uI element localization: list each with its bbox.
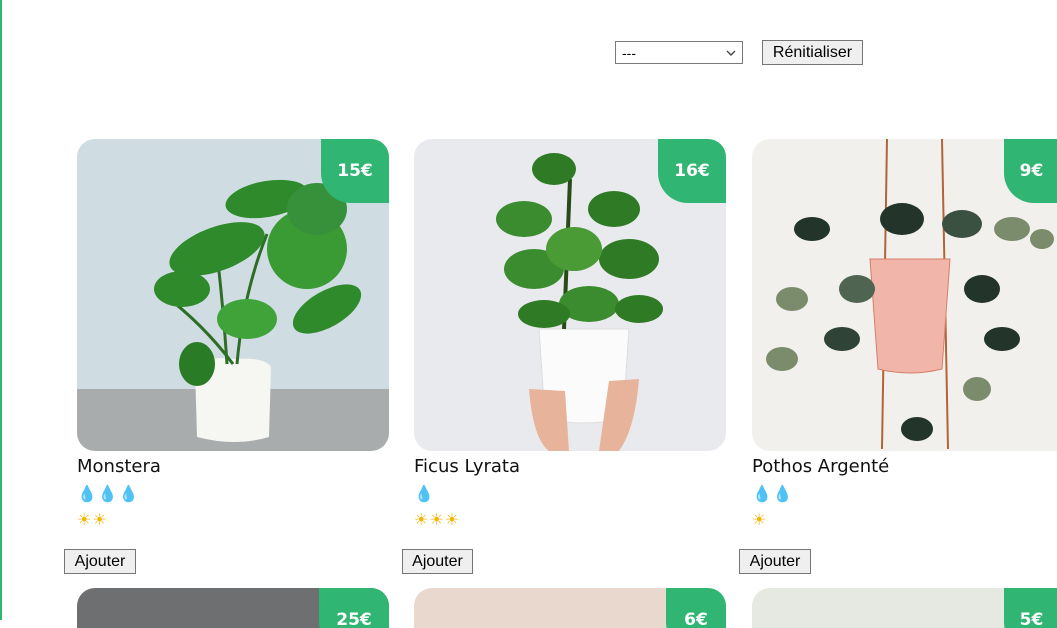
plant-image: 5€	[752, 588, 1057, 628]
sun-icon: ☀	[752, 509, 767, 529]
plant-name: Ficus Lyrata	[414, 456, 520, 477]
plant-card: 25€	[77, 588, 389, 628]
plant-card: 15€ Monstera 💧 💧 💧 ☀ ☀	[77, 139, 389, 530]
sun-icon: ☀	[429, 509, 444, 529]
water-level: 💧	[414, 482, 726, 504]
price-badge: 9€	[1004, 139, 1057, 203]
price-badge: 15€	[321, 139, 389, 203]
plant-card: 16€ Ficus Lyrata 💧 ☀ ☀ ☀	[414, 139, 726, 530]
water-drop-icon: 💧	[97, 483, 118, 503]
sun-icon: ☀	[92, 509, 107, 529]
category-select-value: ---	[622, 44, 636, 61]
light-level: ☀ ☀	[77, 508, 389, 530]
plant-image-pothos-argente: 9€	[752, 139, 1057, 451]
price-badge: 16€	[658, 139, 726, 203]
water-drop-icon: 💧	[772, 483, 793, 503]
plant-image: 25€	[77, 588, 389, 628]
water-level: 💧 💧	[752, 482, 1057, 504]
sun-icon: ☀	[77, 509, 92, 529]
plant-card: 6€	[414, 588, 726, 628]
category-select[interactable]: ---	[615, 41, 743, 64]
plant-image-ficus-lyrata: 16€	[414, 139, 726, 451]
plant-name: Pothos Argenté	[752, 456, 890, 477]
plant-image-monstera: 15€	[77, 139, 389, 451]
filter-bar: --- Rénitialiser	[615, 40, 863, 65]
light-level: ☀	[752, 508, 1057, 530]
water-drop-icon: 💧	[752, 483, 772, 503]
price-badge: 5€	[1004, 588, 1057, 628]
price-badge: 6€	[666, 588, 726, 628]
water-drop-icon: 💧	[414, 483, 434, 503]
water-level: 💧 💧 💧	[77, 482, 389, 504]
water-drop-icon: 💧	[118, 483, 139, 503]
add-to-cart-button[interactable]: Ajouter	[739, 549, 811, 574]
plant-image: 6€	[414, 588, 726, 628]
add-to-cart-button[interactable]: Ajouter	[402, 549, 473, 574]
add-to-cart-button[interactable]: Ajouter	[64, 549, 136, 574]
sun-icon: ☀	[444, 509, 460, 529]
plant-card: 9€ Pothos Argenté 💧 💧 ☀	[752, 139, 1057, 530]
light-level: ☀ ☀ ☀	[414, 508, 726, 530]
chevron-down-icon	[726, 50, 736, 56]
reset-button[interactable]: Rénitialiser	[762, 40, 863, 65]
sun-icon: ☀	[414, 509, 429, 529]
plant-card: 5€	[752, 588, 1057, 628]
plant-name: Monstera	[77, 456, 161, 477]
water-drop-icon: 💧	[77, 483, 97, 503]
price-badge: 25€	[319, 588, 389, 628]
